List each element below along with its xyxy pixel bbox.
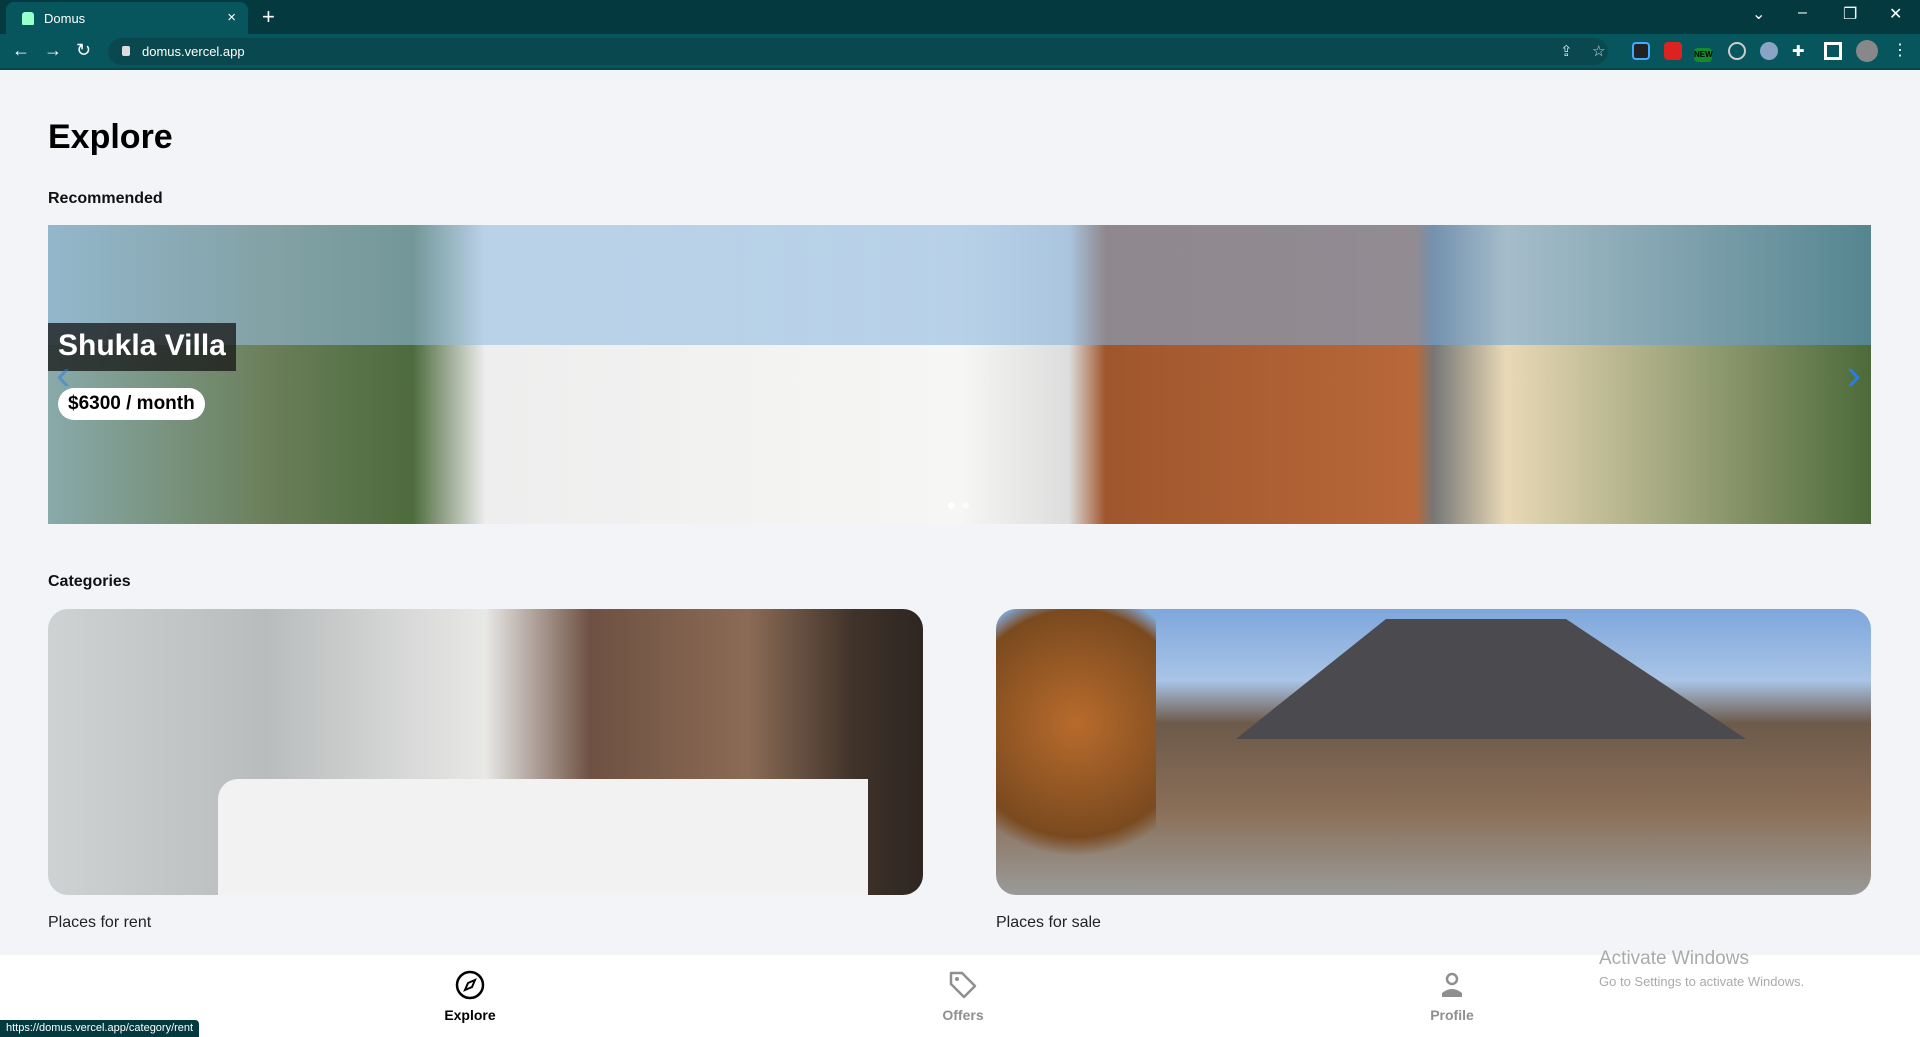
domus-favicon-icon [22,11,34,25]
nav-profile[interactable]: Profile [1392,969,1512,1023]
tab-strip: Domus × + ⌄ – ❐ ✕ [0,0,1920,34]
categories-heading: Categories [48,573,131,590]
category-label-rent[interactable]: Places for rent [48,914,151,932]
listing-title: Shukla Villa [48,323,236,371]
browser-tab[interactable]: Domus × [6,2,248,34]
address-bar[interactable]: domus.vercel.app ⇪ ☆ [108,38,1608,65]
reload-icon[interactable]: ↻ [76,40,91,61]
category-card-rent[interactable] [48,609,923,895]
house-image [1236,619,1746,739]
pagination-dot[interactable] [948,502,955,509]
category-label-sale[interactable]: Places for sale [996,914,1101,932]
side-panel-icon[interactable] [1824,42,1842,60]
url-text: domus.vercel.app [142,44,245,59]
person-icon [1442,972,1462,997]
back-icon[interactable]: ← [12,40,30,61]
recommended-heading: Recommended [48,190,163,207]
watermark-subtitle: Go to Settings to activate Windows. [1599,974,1805,989]
nav-explore[interactable]: Explore [410,969,530,1023]
tab-search-icon[interactable]: ⌄ [1752,4,1765,24]
category-card-sale[interactable] [996,609,1871,895]
profile-avatar[interactable] [1856,40,1878,62]
youtube-extension-icon[interactable] [1664,42,1682,60]
bed-image [218,779,868,895]
prev-slide-icon[interactable]: ‹ [56,350,71,400]
windows-activation-watermark: Activate Windows Go to Settings to activ… [1599,948,1804,989]
tab-title: Domus [44,10,86,26]
extensions-puzzle-icon[interactable]: ✚ [1792,42,1810,60]
target-extension-icon[interactable] [1728,42,1746,60]
minimize-button[interactable]: – [1798,4,1807,22]
watermark-title: Activate Windows [1599,948,1749,969]
lock-icon [122,46,130,56]
page-title: Explore [48,118,173,156]
pagination-dot[interactable] [962,502,969,509]
nav-offers[interactable]: Offers [903,969,1023,1023]
nav-explore-label: Explore [444,1007,496,1023]
next-slide-icon[interactable]: › [1846,350,1861,400]
forward-icon[interactable]: → [44,40,62,61]
carousel-image [48,225,1871,345]
share-icon[interactable]: ⇪ [1560,42,1573,60]
grammarly-icon[interactable] [1760,42,1778,60]
status-bar-url: https://domus.vercel.app/category/rent [0,1020,200,1037]
tree-image [996,609,1156,895]
nav-offers-label: Offers [942,1007,984,1023]
close-tab-icon[interactable]: × [227,9,236,26]
bookmark-star-icon[interactable]: ☆ [1592,42,1605,60]
listing-price: $6300 / month [58,388,205,420]
carousel-pagination [948,502,969,509]
recommended-carousel[interactable]: Shukla Villa $6300 / month ‹ › [48,225,1871,524]
menu-kebab-icon[interactable]: ⋮ [1892,40,1908,60]
restore-button[interactable]: ❐ [1843,4,1857,24]
new-tab-button[interactable]: + [262,4,275,30]
react-devtools-icon[interactable] [1632,42,1650,60]
close-window-button[interactable]: ✕ [1889,4,1902,24]
compass-icon [455,970,485,1000]
toolbar: ← → ↻ domus.vercel.app ⇪ ☆ NEW ✚ ⋮ [0,34,1920,70]
nav-profile-label: Profile [1430,1007,1474,1023]
tag-icon [949,971,977,999]
new-badge-extension-icon[interactable]: NEW [1694,48,1713,62]
